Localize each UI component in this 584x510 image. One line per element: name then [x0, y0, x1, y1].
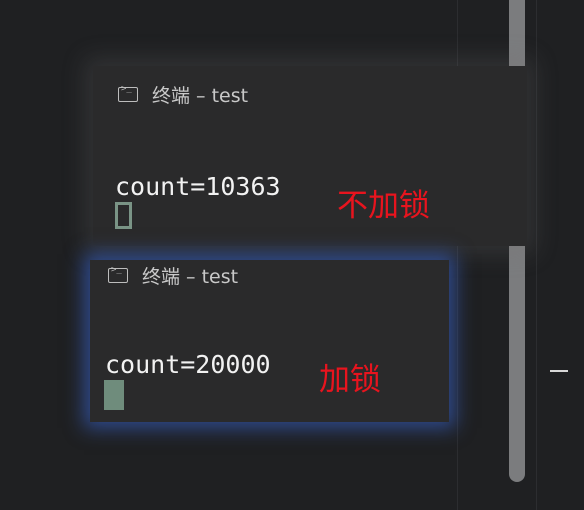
annotation-locked: 加锁 — [319, 362, 381, 398]
window-title: 终端 – test — [118, 81, 248, 108]
terminal-icon — [118, 84, 138, 102]
annotation-unlocked: 不加锁 — [337, 188, 430, 224]
dash-mark — [550, 370, 568, 372]
terminal-icon — [108, 265, 128, 283]
terminal-output: count=20000 — [105, 350, 271, 379]
divider-line — [536, 0, 537, 510]
terminal-output: count=10363 — [115, 172, 281, 201]
window-title-text: 终端 – test — [142, 266, 239, 288]
window-title: 终端 – test — [108, 262, 238, 289]
terminal-window-unlocked[interactable]: 终端 – test count=10363 — [93, 66, 527, 246]
terminal-cursor — [115, 202, 132, 229]
terminal-cursor — [104, 380, 124, 410]
desktop-background: 终端 – test count=10363 终端 – test count=20… — [0, 0, 584, 510]
terminal-window-locked[interactable]: 终端 – test count=20000 — [90, 260, 449, 422]
window-title-text: 终端 – test — [152, 85, 249, 107]
